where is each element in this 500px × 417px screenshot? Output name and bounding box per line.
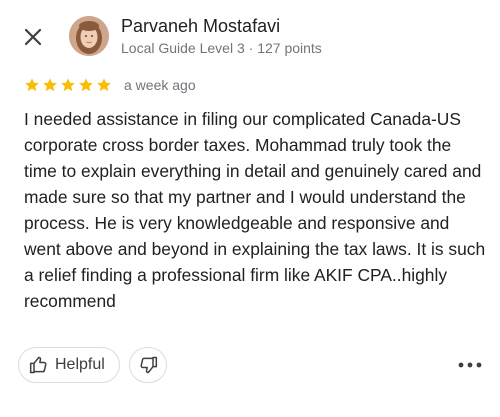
author-meta: Local Guide Level 3 · 127 points	[121, 40, 322, 56]
more-options-button[interactable]	[452, 352, 488, 378]
star-icon	[43, 78, 57, 92]
avatar[interactable]	[69, 16, 109, 56]
close-button[interactable]	[18, 22, 48, 52]
thumbs-down-icon	[140, 356, 158, 374]
star-icon	[79, 78, 93, 92]
star-rating	[24, 77, 112, 93]
helpful-label: Helpful	[55, 356, 105, 373]
review-time: a week ago	[124, 77, 196, 93]
review-text: I needed assistance in filing our compli…	[24, 109, 486, 311]
more-horizontal-icon	[458, 362, 482, 368]
star-icon	[25, 78, 39, 92]
rating-row: a week ago	[24, 76, 196, 94]
thumbs-up-icon	[29, 356, 47, 374]
profile-photo-icon	[69, 16, 109, 56]
helpful-button[interactable]: Helpful	[18, 347, 120, 383]
star-icon	[61, 78, 75, 92]
close-icon	[24, 28, 42, 46]
dislike-button[interactable]	[129, 347, 167, 383]
author-name[interactable]: Parvaneh Mostafavi	[121, 16, 280, 37]
star-icon	[97, 78, 111, 92]
